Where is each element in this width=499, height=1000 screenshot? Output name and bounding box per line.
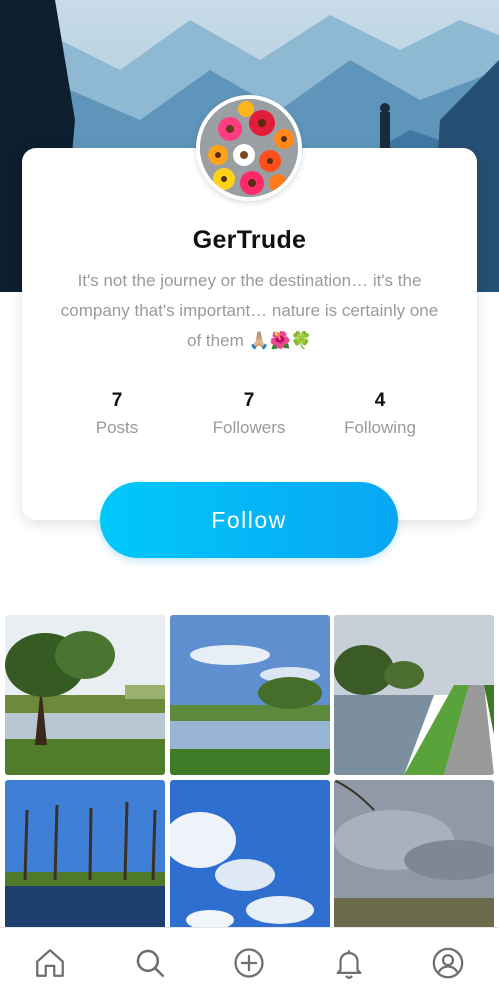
stat-value: 7 bbox=[243, 390, 255, 411]
profile-icon bbox=[432, 947, 464, 979]
stat-value: 7 bbox=[111, 390, 123, 411]
add-icon bbox=[234, 948, 264, 978]
photo-tile[interactable] bbox=[170, 615, 330, 775]
flowers-photo bbox=[200, 99, 298, 197]
nav-search[interactable] bbox=[133, 946, 167, 980]
nav-add[interactable] bbox=[232, 946, 266, 980]
stat-posts[interactable]: 7 Posts bbox=[52, 390, 182, 438]
photo-tile[interactable] bbox=[334, 780, 494, 940]
home-icon bbox=[36, 949, 64, 977]
bell-icon bbox=[336, 950, 362, 979]
search-icon bbox=[136, 949, 165, 978]
stat-followers[interactable]: 7 Followers bbox=[184, 390, 314, 438]
photo-tile[interactable] bbox=[170, 780, 330, 940]
stat-label: Posts bbox=[95, 418, 139, 437]
nav-notifications[interactable] bbox=[332, 946, 366, 980]
avatar[interactable] bbox=[196, 95, 302, 201]
photo-tile[interactable] bbox=[334, 615, 494, 775]
profile-bio: It's not the journey or the destination…… bbox=[60, 271, 439, 350]
nav-profile[interactable] bbox=[431, 946, 465, 980]
photo-tile[interactable] bbox=[5, 615, 165, 775]
profile-name: GerTrude bbox=[192, 226, 307, 254]
stat-value: 4 bbox=[374, 390, 386, 411]
stat-following[interactable]: 4 Following bbox=[315, 390, 445, 438]
photo-tile[interactable] bbox=[5, 780, 165, 940]
bottom-nav bbox=[0, 927, 499, 1000]
stat-label: Following bbox=[344, 418, 416, 437]
profile-stats: 7 Posts 7 Followers 4 Following bbox=[52, 390, 447, 442]
nav-home[interactable] bbox=[33, 946, 67, 980]
stat-label: Followers bbox=[212, 418, 286, 437]
follow-button[interactable]: Follow bbox=[100, 482, 398, 558]
profile-screen: GerTrude It's not the journey or the des… bbox=[0, 0, 499, 1000]
